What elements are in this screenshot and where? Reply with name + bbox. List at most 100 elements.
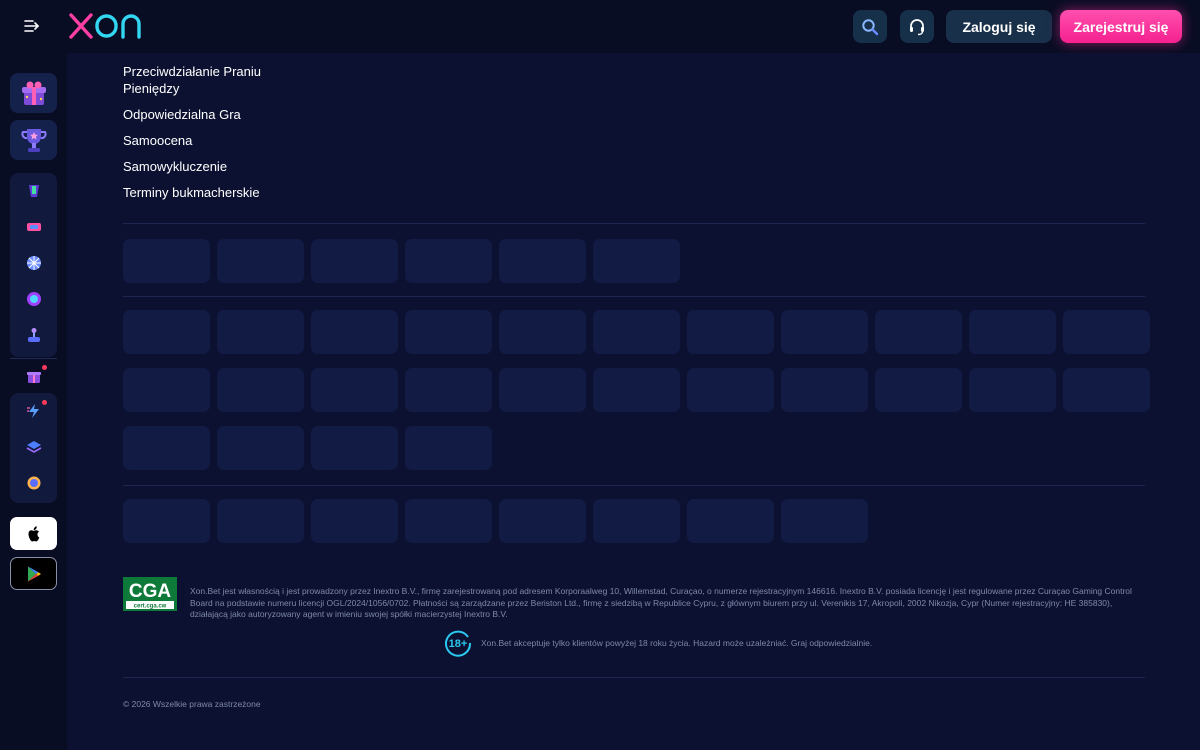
section-divider <box>123 677 1145 678</box>
ball-icon <box>26 292 41 306</box>
skeleton-row <box>123 368 1150 412</box>
skeleton-tile <box>499 368 586 412</box>
sidebar-item-fast[interactable] <box>10 393 57 429</box>
apple-icon <box>28 525 39 541</box>
sidebar-item-tickets[interactable] <box>10 209 57 245</box>
live-icon <box>27 476 40 490</box>
skeleton-tile <box>499 499 586 543</box>
age-disclaimer: Xon.Bet akceptuje tylko klientów powyżej… <box>481 638 873 648</box>
wheel-icon <box>26 256 41 270</box>
notification-dot <box>42 365 47 370</box>
skeleton-tile <box>405 310 492 354</box>
sidebar-tournaments[interactable] <box>10 120 57 160</box>
sidebar-menu-group-2 <box>10 393 57 503</box>
skeleton-tile <box>217 499 304 543</box>
sidebar-item-bar[interactable] <box>10 173 57 209</box>
skeleton-tile <box>217 368 304 412</box>
sidebar-item-wheel[interactable] <box>10 245 57 281</box>
cga-badge-text: CGA <box>129 581 172 602</box>
skeleton-row <box>123 239 680 283</box>
sidebar-item-ball[interactable] <box>10 281 57 317</box>
skeleton-tile <box>311 368 398 412</box>
skeleton-tile <box>123 499 210 543</box>
stack-icon <box>26 441 41 453</box>
top-header: Zaloguj się Zarejestruj się <box>0 0 1200 53</box>
skeleton-tile <box>969 368 1056 412</box>
skeleton-tile <box>311 426 398 470</box>
skeleton-tile <box>217 426 304 470</box>
skeleton-tile <box>781 368 868 412</box>
skeleton-tile <box>1063 310 1150 354</box>
skeleton-tile <box>593 310 680 354</box>
skeleton-tile <box>311 499 398 543</box>
skeleton-tile <box>875 310 962 354</box>
skeleton-row <box>123 499 868 543</box>
link-responsible-gaming[interactable]: Odpowiedzialna Gra <box>123 106 323 123</box>
skeleton-tile <box>969 310 1056 354</box>
google-play-button[interactable] <box>10 557 57 590</box>
skeleton-tile <box>405 368 492 412</box>
cga-certificate-badge[interactable]: CGA cert.cga.cw <box>123 577 177 611</box>
sidebar-item-bonus[interactable] <box>10 358 57 394</box>
support-button[interactable] <box>900 10 934 43</box>
skeleton-tile <box>123 239 210 283</box>
skeleton-tile <box>687 368 774 412</box>
skeleton-tile <box>123 426 210 470</box>
skeleton-tile <box>593 239 680 283</box>
skeleton-tile <box>781 499 868 543</box>
app-store-button[interactable] <box>10 517 57 550</box>
skeleton-tile <box>593 368 680 412</box>
cga-badge-subtext: cert.cga.cw <box>134 604 167 610</box>
sidebar-item-live[interactable] <box>10 465 57 501</box>
skeleton-tile <box>123 368 210 412</box>
section-divider <box>123 296 1145 297</box>
search-button[interactable] <box>853 10 887 43</box>
copyright: © 2026 Wszelkie prawa zastrzeżone <box>123 699 261 709</box>
skeleton-tile <box>217 239 304 283</box>
link-self-exclusion[interactable]: Samowykluczenie <box>123 158 323 175</box>
skeleton-tile <box>781 310 868 354</box>
link-betting-terms[interactable]: Terminy bukmacherskie <box>123 184 323 201</box>
link-anti-money-laundering[interactable]: Przeciwdziałanie Praniu Pieniędzy <box>123 63 263 97</box>
gift-box-icon <box>21 81 46 105</box>
register-button[interactable]: Zarejestruj się <box>1060 10 1182 43</box>
age-badge-text: 18+ <box>449 638 468 650</box>
skeleton-tile <box>593 499 680 543</box>
link-self-assessment[interactable]: Samoocena <box>123 132 323 149</box>
skeleton-tile <box>875 368 962 412</box>
skeleton-row <box>123 426 492 470</box>
footer-links: Przeciwdziałanie Praniu Pieniędzy Odpowi… <box>123 63 323 210</box>
skeleton-row <box>123 310 1150 354</box>
cocktail-icon <box>28 185 39 197</box>
skeleton-tile <box>405 499 492 543</box>
gift-icon <box>26 372 41 383</box>
skeleton-tile <box>499 310 586 354</box>
age-18-icon: 18+ <box>444 629 472 657</box>
skeleton-tile <box>123 310 210 354</box>
skeleton-tile <box>405 239 492 283</box>
login-button[interactable]: Zaloguj się <box>946 10 1052 43</box>
lightning-icon <box>26 404 39 418</box>
notification-dot <box>42 400 47 405</box>
skeleton-tile <box>217 310 304 354</box>
xon-logo[interactable] <box>69 12 145 40</box>
skeleton-tile <box>1063 368 1150 412</box>
skeleton-tile <box>311 310 398 354</box>
left-sidebar <box>0 53 67 750</box>
section-divider <box>123 223 1145 224</box>
license-text: Xon.Bet jest własnością i jest prowadzon… <box>190 586 1132 619</box>
skeleton-tile <box>311 239 398 283</box>
sidebar-promo-gift[interactable] <box>10 73 57 113</box>
menu-toggle-icon[interactable] <box>22 16 44 36</box>
google-play-icon <box>27 566 41 581</box>
sidebar-item-collection[interactable] <box>10 429 57 465</box>
skeleton-tile <box>405 426 492 470</box>
trophy-icon <box>20 129 47 152</box>
joystick-icon <box>27 328 40 342</box>
sidebar-menu-group-1 <box>10 173 57 357</box>
section-divider <box>123 485 1145 486</box>
ticket-icon <box>26 223 41 231</box>
skeleton-tile <box>499 239 586 283</box>
skeleton-tile <box>687 310 774 354</box>
sidebar-item-games[interactable] <box>10 317 57 353</box>
